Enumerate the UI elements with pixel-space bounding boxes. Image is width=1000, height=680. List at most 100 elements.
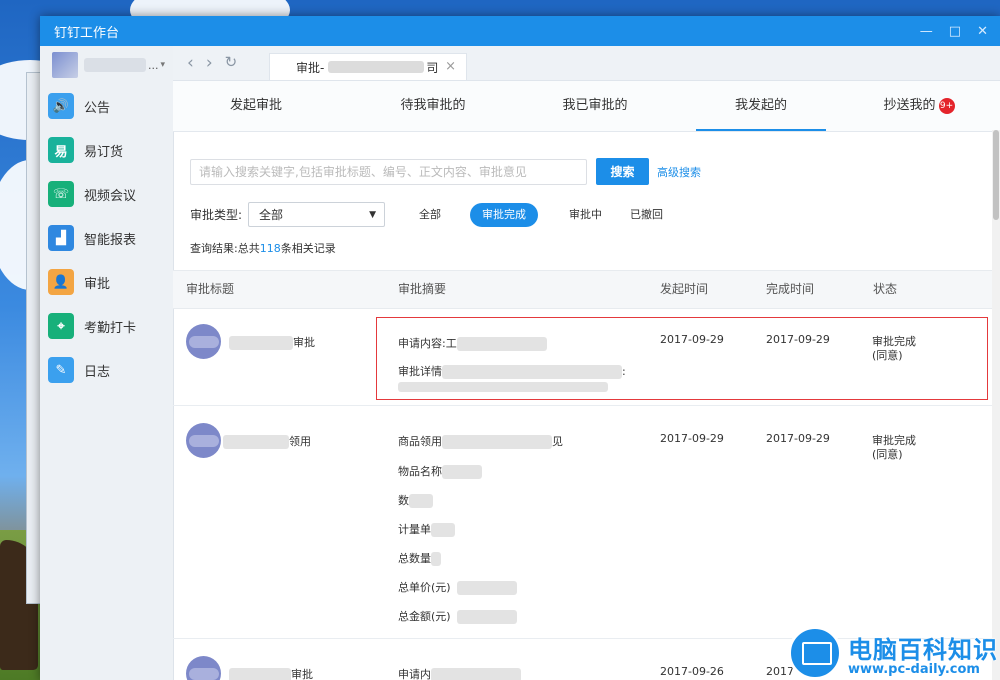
summary-line: 数	[398, 494, 409, 507]
monitor-logo-icon	[788, 626, 842, 680]
sidebar-item-0[interactable]: 🔊 公告	[40, 84, 173, 128]
summary-line: 商品领用	[398, 435, 442, 448]
sidebar-item-label: 视频会议	[84, 188, 137, 204]
scrollbar-thumb[interactable]	[993, 130, 999, 220]
table-row[interactable]: 领用 商品领用 见 物品名称 数 计量单 总数量 总单价(元) 总金额(元) 20…	[173, 406, 992, 639]
dingtalk-workbench-window: 钉钉工作台 — □ ✕ ... ▾ 🔊 公告易易订货 ☏ 视频会议 ▟ 智能报表 👤 审批 ⌖ 考…	[40, 16, 1000, 680]
subtab-initiate[interactable]: 发起审批	[191, 81, 321, 131]
person-icon: 👤	[48, 269, 74, 295]
title-redacted	[223, 435, 289, 449]
status-filter-all[interactable]: 全部	[407, 203, 453, 227]
maximize-button[interactable]: □	[949, 24, 961, 39]
status-text: 审批完成	[872, 434, 916, 447]
summary-line: 总金额(元)	[398, 610, 451, 623]
avatar	[186, 324, 221, 359]
start-time: 2017-09-26	[660, 665, 724, 678]
title-redacted	[229, 668, 291, 680]
close-window-button[interactable]: ✕	[977, 24, 988, 39]
tab-approval[interactable]: 审批- 司 ×	[269, 53, 467, 80]
window-title: 钉钉工作台	[54, 25, 120, 41]
start-time: 2017-09-29	[660, 432, 724, 445]
user-name-redacted	[84, 58, 146, 72]
summary-line: 总单价(元)	[398, 581, 451, 594]
approval-type-select[interactable]: 全部 ▼	[248, 202, 386, 227]
sidebar-item-label: 考勤打卡	[84, 320, 137, 336]
sidebar-item-4[interactable]: 👤 审批	[40, 260, 173, 304]
minimize-button[interactable]: —	[920, 24, 933, 39]
watermark-url: www.pc-daily.com	[848, 662, 980, 677]
main-panel: ‹ › ↻ 审批- 司 × 发起审批 待我审批的 我已审批的 我发起的 抄送我的…	[173, 46, 1000, 680]
chevron-down-icon[interactable]: ▾	[161, 60, 166, 70]
end-time: 2017-09-29	[766, 432, 830, 445]
avatar	[186, 423, 221, 458]
notepad-icon: ✎	[48, 357, 74, 383]
sidebar-item-6[interactable]: ✎ 日志	[40, 348, 173, 392]
sidebar-item-label: 易订货	[84, 144, 124, 160]
subtab-approved[interactable]: 我已审批的	[530, 81, 660, 131]
summary-line: 总数量	[398, 552, 431, 565]
row-title-suffix: 审批	[293, 336, 315, 349]
search-button[interactable]: 搜索	[596, 158, 649, 185]
summary-redacted	[409, 494, 433, 508]
summary-redacted	[431, 552, 441, 566]
phone-icon: ☏	[48, 181, 74, 207]
summary-redacted	[431, 523, 455, 537]
scrollbar[interactable]	[992, 130, 1000, 680]
advanced-search-link[interactable]: 高级搜索	[657, 164, 701, 180]
forward-icon[interactable]: ›	[206, 53, 213, 73]
subtab-pending[interactable]: 待我审批的	[368, 81, 498, 131]
user-menu[interactable]: ... ▾	[40, 46, 173, 84]
back-icon[interactable]: ‹	[187, 53, 194, 73]
search-input[interactable]	[190, 158, 587, 185]
sidebar-item-label: 公告	[84, 100, 111, 116]
col-end-time: 完成时间	[766, 282, 815, 296]
table-header: 审批标题 审批摘要 发起时间 完成时间 状态	[173, 270, 992, 309]
sidebar-item-3[interactable]: ▟ 智能报表	[40, 216, 173, 260]
sidebar-item-2[interactable]: ☏ 视频会议	[40, 172, 173, 216]
approval-subtabs: 发起审批 待我审批的 我已审批的 我发起的 抄送我的 9+	[173, 81, 1000, 132]
summary-line: 物品名称	[398, 465, 442, 478]
col-status: 状态	[873, 282, 898, 296]
sidebar-item-5[interactable]: ⌖ 考勤打卡	[40, 304, 173, 348]
result-prefix: 查询结果:总共	[190, 242, 260, 255]
sidebar-item-label: 智能报表	[84, 232, 137, 248]
row-title-suffix: 审批	[291, 668, 313, 680]
summary-redacted	[431, 668, 521, 680]
subtab-cc-label: 抄送我的	[883, 98, 936, 113]
sidebar-item-1[interactable]: 易易订货	[40, 128, 173, 172]
subtab-cc-to-me[interactable]: 抄送我的 9+	[854, 81, 984, 131]
col-start-time: 发起时间	[660, 282, 709, 296]
row-title-suffix: 领用	[289, 435, 311, 448]
col-summary: 审批摘要	[398, 282, 447, 296]
tab-close-icon[interactable]: ×	[445, 59, 456, 74]
chart-icon: ▟	[48, 225, 74, 251]
tab-label-redacted	[328, 61, 425, 73]
title-bar[interactable]: 钉钉工作台 — □ ✕	[40, 16, 1000, 46]
sidebar: ... ▾ 🔊 公告易易订货 ☏ 视频会议 ▟ 智能报表 👤 审批 ⌖ 考勤打卡 ✎ 日志	[40, 46, 174, 680]
site-watermark: 电脑百科知识 www.pc-daily.com	[788, 626, 1000, 680]
tab-label-suffix: 司	[426, 60, 439, 75]
approval-type-value: 全部	[259, 208, 284, 222]
location-icon: ⌖	[48, 313, 74, 339]
subtab-initiated-by-me[interactable]: 我发起的	[696, 81, 826, 131]
watermark-title: 电脑百科知识	[848, 636, 998, 664]
tab-label-prefix: 审批-	[296, 60, 325, 75]
user-avatar	[52, 52, 78, 78]
sidebar-item-label: 审批	[84, 276, 111, 292]
summary-redacted	[456, 610, 517, 624]
result-summary: 查询结果:总共118条相关记录	[190, 240, 336, 256]
result-count: 118	[259, 242, 281, 255]
summary-line: 申请内	[398, 668, 431, 680]
highlight-box	[376, 317, 988, 400]
summary-redacted	[442, 465, 482, 479]
status-note: (同意)	[872, 448, 903, 461]
avatar	[186, 656, 221, 680]
browser-tab-bar: ‹ › ↻ 审批- 司 ×	[173, 46, 1000, 81]
status-filter-withdrawn[interactable]: 已撤回	[618, 203, 675, 227]
summary-line: 见	[552, 435, 563, 448]
refresh-icon[interactable]: ↻	[225, 53, 238, 73]
status-filter-completed[interactable]: 审批完成	[470, 202, 539, 227]
unread-badge: 9+	[938, 98, 955, 114]
status-filter-in-progress[interactable]: 审批中	[557, 203, 614, 227]
summary-line: 计量单	[398, 523, 431, 536]
